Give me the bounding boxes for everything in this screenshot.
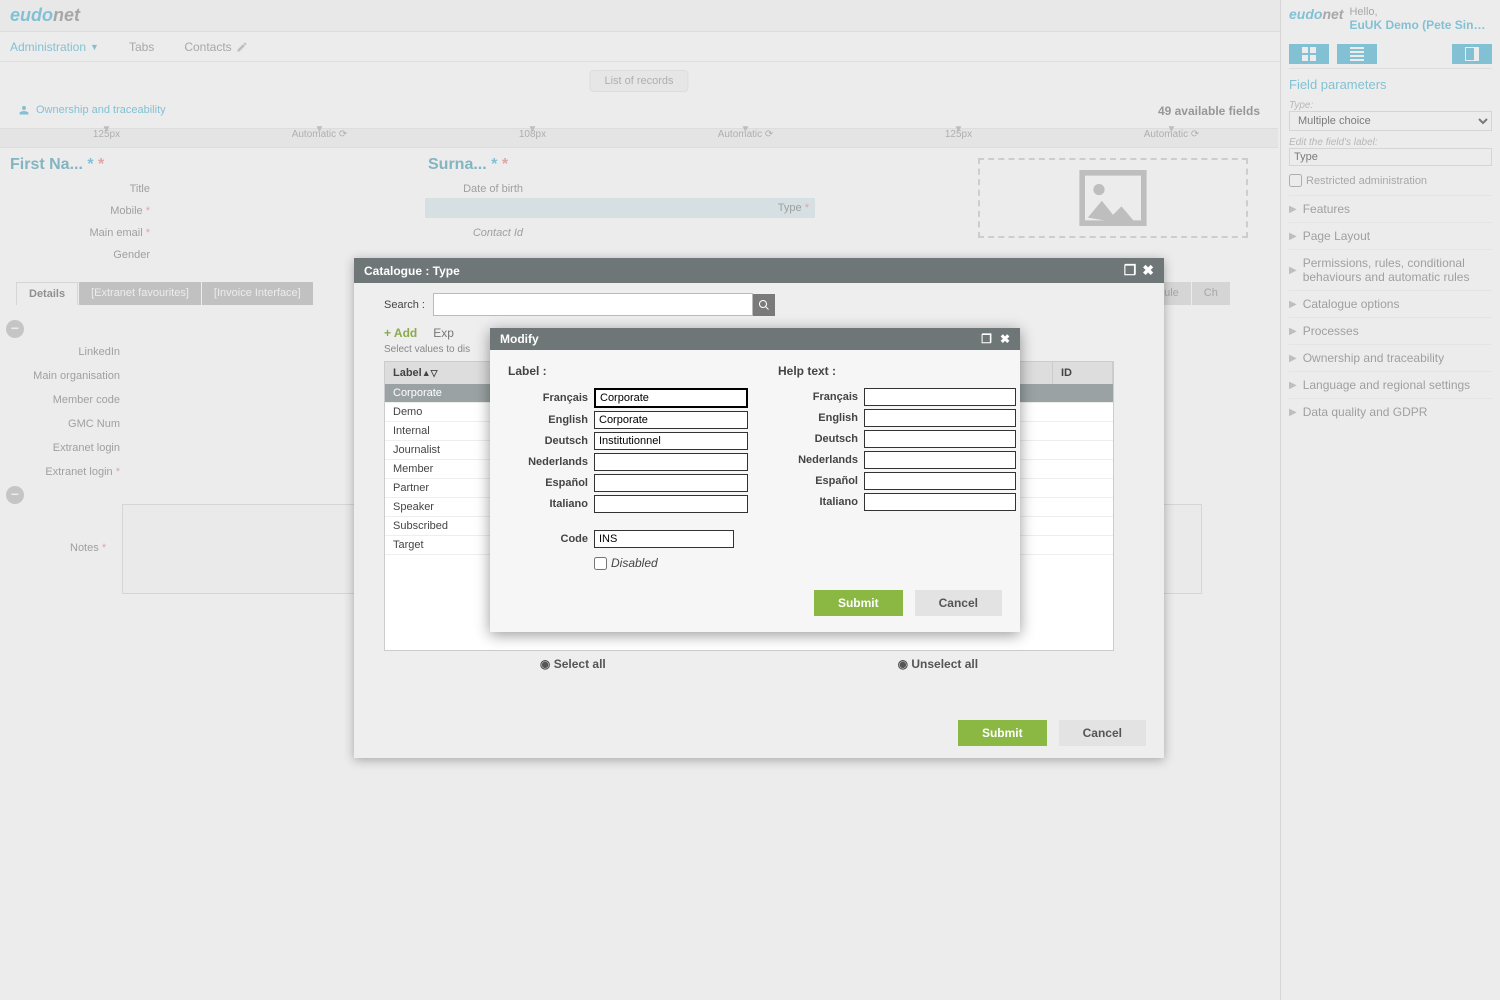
code-field: Code [508,530,1002,548]
label-nl[interactable] [594,453,748,471]
disabled-check[interactable]: Disabled [594,556,1002,570]
close-icon[interactable]: ✖ [1142,262,1154,279]
unselect-all[interactable]: ◉ Unselect all [898,657,979,671]
help-column: Help text : Français English Deutsch Ned… [778,364,1016,516]
catalogue-search: Search : [384,293,1134,316]
window-restore-icon[interactable]: ❐ [981,332,992,346]
search-icon [758,299,770,311]
modify-cancel[interactable]: Cancel [915,590,1002,616]
label-en[interactable] [594,411,748,429]
modify-submit[interactable]: Submit [814,590,903,616]
help-fr[interactable] [864,388,1016,406]
search-label: Search : [384,299,425,311]
th-id[interactable]: ID [1053,362,1113,384]
catalogue-submit[interactable]: Submit [958,720,1047,746]
add-button[interactable]: + Add [384,326,417,340]
close-icon[interactable]: ✖ [1000,332,1010,346]
label-es[interactable] [594,474,748,492]
code-input[interactable] [594,530,734,548]
disabled-checkbox[interactable] [594,557,607,570]
modify-title: Modify ❐ ✖ [490,328,1020,350]
label-fr[interactable] [594,388,748,408]
modify-modal: Modify ❐ ✖ Label : Français English Deut… [490,328,1020,632]
window-restore-icon[interactable]: ❐ [1124,262,1137,279]
search-button[interactable] [753,294,775,316]
label-de[interactable] [594,432,748,450]
help-es[interactable] [864,472,1016,490]
catalogue-title: Catalogue : Type ❐ ✖ [354,258,1164,283]
help-en[interactable] [864,409,1016,427]
select-all[interactable]: ◉ Select all [540,657,606,671]
help-de[interactable] [864,430,1016,448]
export-button[interactable]: Exp [433,326,454,340]
label-heading: Label : [508,364,748,378]
search-input[interactable] [433,293,753,316]
label-column: Label : Français English Deutsch Nederla… [508,364,748,516]
help-nl[interactable] [864,451,1016,469]
catalogue-cancel[interactable]: Cancel [1059,720,1146,746]
label-it[interactable] [594,495,748,513]
help-heading: Help text : [778,364,1016,378]
help-it[interactable] [864,493,1016,511]
